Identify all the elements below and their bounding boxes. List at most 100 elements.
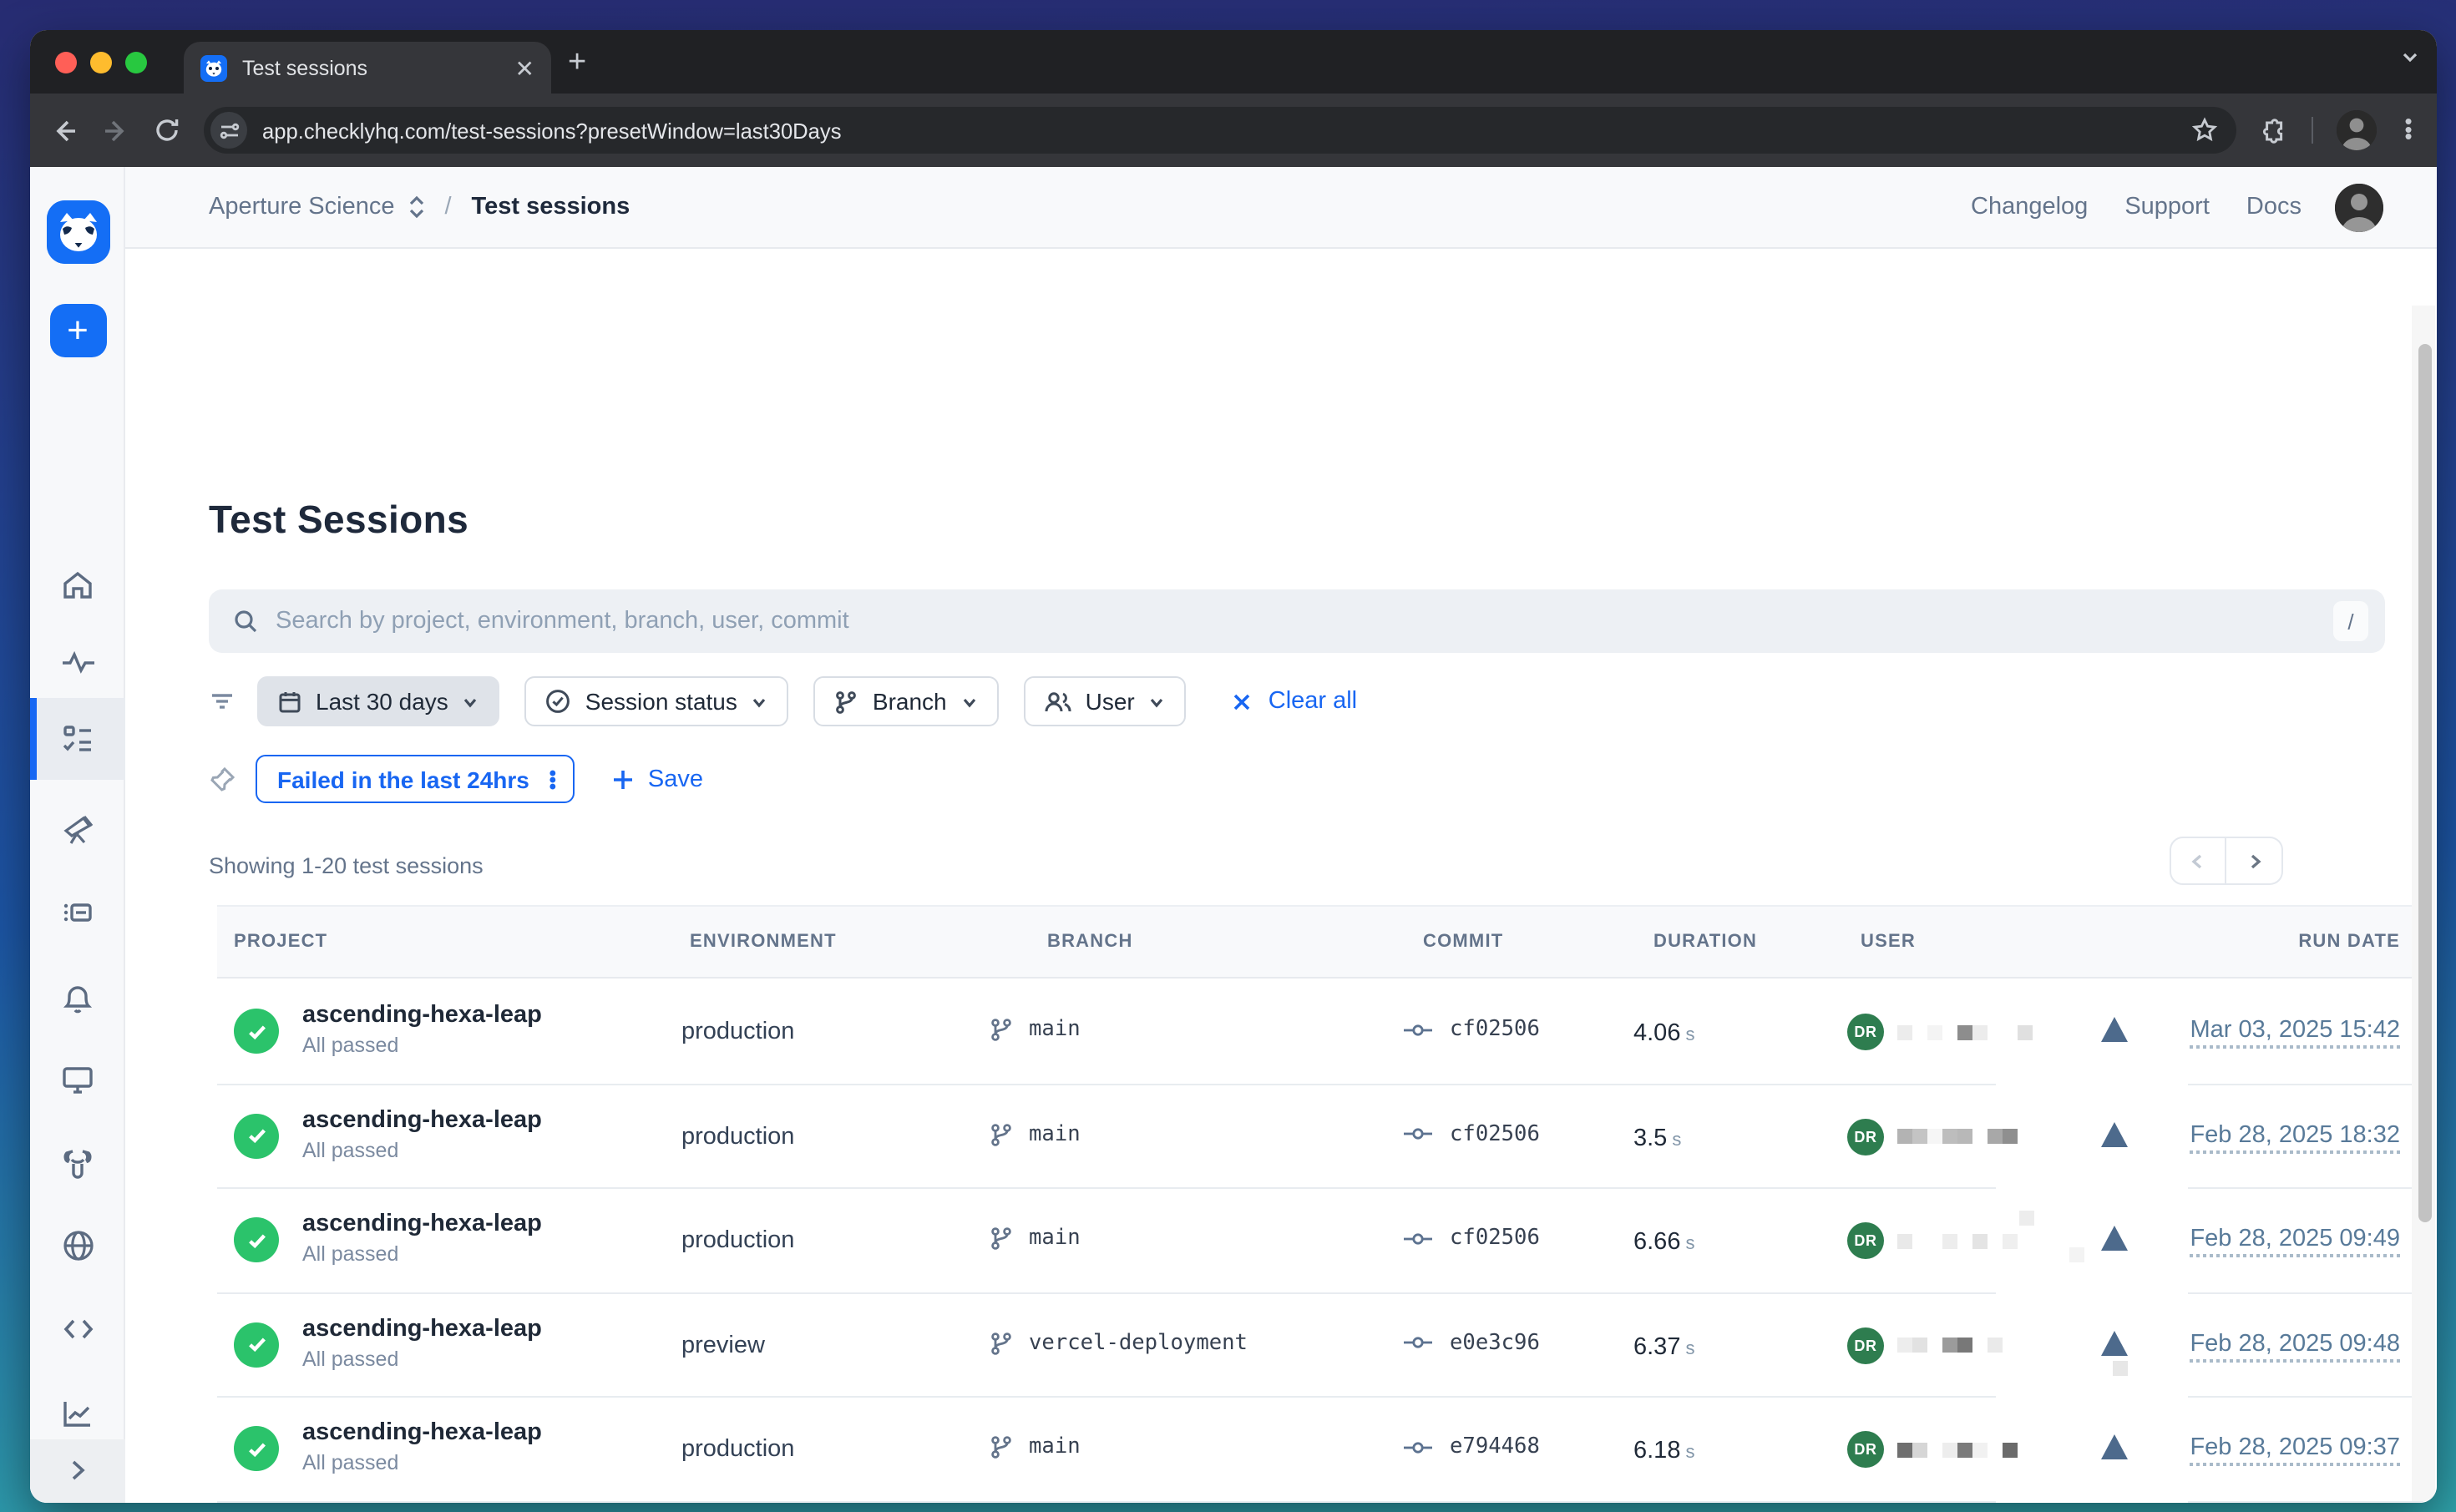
git-commit-icon [1403, 1437, 1433, 1457]
duration-cell: 4.06s [1633, 1019, 1694, 1049]
wrench-icon [60, 1145, 95, 1180]
runtimes-card-icon [60, 894, 95, 929]
project-cell[interactable]: ascending-hexa-leap All passed [302, 1315, 542, 1370]
vercel-triangle-icon [2101, 1434, 2128, 1459]
duration-cell: 3.5s [1633, 1123, 1681, 1153]
search-bar[interactable]: / [209, 589, 2385, 653]
git-branch-icon [989, 1330, 1014, 1355]
browser-menu-kebab-icon[interactable]: ••• [2400, 119, 2417, 142]
branch-filter[interactable]: Branch [814, 676, 999, 726]
project-cell[interactable]: ascending-hexa-leap All passed [302, 1002, 542, 1057]
session-status-filter[interactable]: Session status [525, 676, 789, 726]
create-new-button[interactable]: + [49, 304, 106, 357]
chevron-down-icon [1148, 692, 1167, 710]
project-name: ascending-hexa-leap [302, 1106, 542, 1133]
redacted-user-names-overlay [1996, 1010, 2188, 1502]
commit-hash: cf02506 [1450, 1226, 1540, 1251]
vercel-triangle-icon [2101, 1121, 2128, 1146]
site-info-icon[interactable] [210, 112, 247, 149]
test-sessions-table: PROJECT ENVIRONMENT BRANCH COMMIT DURATI… [217, 905, 2423, 1502]
run-date-link[interactable]: Feb 28, 2025 09:49 [2190, 1226, 2400, 1257]
saved-filter-kebab-icon[interactable]: ••• [546, 769, 560, 789]
commit-cell: e0e3c96 [1403, 1330, 1540, 1355]
saved-filter-button[interactable]: Failed in the last 24hrs ••• [256, 755, 575, 803]
test-sessions-checklist-icon [60, 721, 95, 756]
sidebar-item-dashboards[interactable] [30, 1045, 125, 1112]
status-passed-icon [234, 1322, 279, 1367]
sidebar-item-explore[interactable] [30, 796, 125, 863]
project-cell[interactable]: ascending-hexa-leap All passed [302, 1211, 542, 1266]
branch-name: vercel-deployment [1029, 1330, 1248, 1355]
pinned-filter-row: Failed in the last 24hrs ••• Save [209, 755, 703, 803]
date-range-filter[interactable]: Last 30 days [257, 676, 500, 726]
nav-link-changelog[interactable]: Changelog [1971, 194, 2088, 220]
project-cell[interactable]: ascending-hexa-leap All passed [302, 1419, 542, 1474]
minimize-window-button[interactable] [90, 51, 112, 73]
duration-value: 6.18 [1633, 1438, 1680, 1464]
sidebar-item-alerts[interactable] [30, 963, 125, 1030]
tab-close-icon[interactable]: ✕ [515, 56, 534, 79]
column-header-project: PROJECT [234, 932, 327, 952]
sidebar-item-analytics[interactable] [30, 1379, 125, 1446]
filter-row: Last 30 days Session status Branch [209, 676, 1357, 726]
run-date-link[interactable]: Feb 28, 2025 09:48 [2190, 1330, 2400, 1362]
close-window-button[interactable] [55, 51, 77, 73]
zoom-window-button[interactable] [125, 51, 147, 73]
commit-hash: e0e3c96 [1450, 1330, 1540, 1355]
run-date-link[interactable]: Mar 03, 2025 15:42 [2190, 1017, 2400, 1049]
extensions-puzzle-icon[interactable] [2260, 116, 2288, 144]
previous-page-button[interactable] [2170, 837, 2226, 885]
sidebar-item-home[interactable] [30, 551, 125, 618]
commit-cell: cf02506 [1403, 1017, 1540, 1042]
git-branch-icon [989, 1121, 1014, 1146]
user-initials-avatar: DR [1847, 1222, 1884, 1259]
project-name: ascending-hexa-leap [302, 1315, 542, 1342]
branch-cell: main [989, 1434, 1081, 1459]
sidebar-item-runtimes[interactable] [30, 878, 125, 945]
sidebar-item-private-locations[interactable] [30, 1212, 125, 1279]
duration-value: 3.5 [1633, 1125, 1667, 1151]
breadcrumb-org[interactable]: Aperture Science [209, 194, 394, 220]
sidebar-item-cli[interactable] [30, 1296, 125, 1363]
user-filter[interactable]: User [1024, 676, 1187, 726]
new-tab-button[interactable]: + [568, 45, 586, 82]
org-switcher-chevrons-icon[interactable] [406, 192, 428, 222]
branch-cell: main [989, 1226, 1081, 1251]
vercel-triangle-icon [2101, 1330, 2128, 1355]
forward-button[interactable] [102, 116, 130, 144]
filter-lines-icon[interactable] [209, 688, 235, 715]
next-page-button[interactable] [2226, 837, 2283, 885]
search-icon [232, 608, 259, 635]
sidebar-item-monitoring[interactable] [30, 630, 125, 696]
back-button[interactable] [50, 116, 78, 144]
scrollbar-thumb[interactable] [2418, 344, 2432, 1222]
git-branch-icon [989, 1017, 1014, 1042]
browser-profile-avatar[interactable] [2337, 110, 2377, 150]
bookmark-star-icon[interactable] [2191, 117, 2230, 144]
run-date-link[interactable]: Feb 28, 2025 09:37 [2190, 1434, 2400, 1466]
reload-button[interactable] [154, 117, 180, 144]
project-cell[interactable]: ascending-hexa-leap All passed [302, 1106, 542, 1161]
browser-window: Test sessions ✕ + app.check [30, 30, 2437, 1502]
clear-all-button[interactable]: Clear all [1232, 688, 1357, 715]
browser-tab[interactable]: Test sessions ✕ [184, 42, 551, 94]
calendar-icon [277, 689, 302, 714]
pin-icon[interactable] [209, 766, 235, 792]
url-bar[interactable]: app.checklyhq.com/test-sessions?presetWi… [204, 107, 2236, 154]
sidebar-expand-button[interactable] [30, 1439, 125, 1502]
nav-link-docs[interactable]: Docs [2246, 194, 2302, 220]
nav-link-support[interactable]: Support [2124, 194, 2210, 220]
browser-tabstrip: Test sessions ✕ + [30, 30, 2437, 94]
tab-search-chevron-icon[interactable] [2400, 47, 2420, 67]
sidebar-item-test-sessions[interactable] [30, 698, 125, 780]
project-name: ascending-hexa-leap [302, 1211, 542, 1237]
user-avatar[interactable] [2335, 183, 2383, 231]
run-date-link[interactable]: Feb 28, 2025 18:32 [2190, 1121, 2400, 1153]
column-header-commit: COMMIT [1423, 932, 1503, 952]
checkly-logo[interactable] [46, 200, 109, 264]
sidebar-item-maintenance[interactable] [30, 1129, 125, 1196]
globe-icon [59, 1227, 96, 1264]
save-filter-button[interactable]: Save [611, 766, 703, 792]
search-input[interactable] [276, 608, 2317, 635]
browser-toolbar: app.checklyhq.com/test-sessions?presetWi… [30, 94, 2437, 167]
